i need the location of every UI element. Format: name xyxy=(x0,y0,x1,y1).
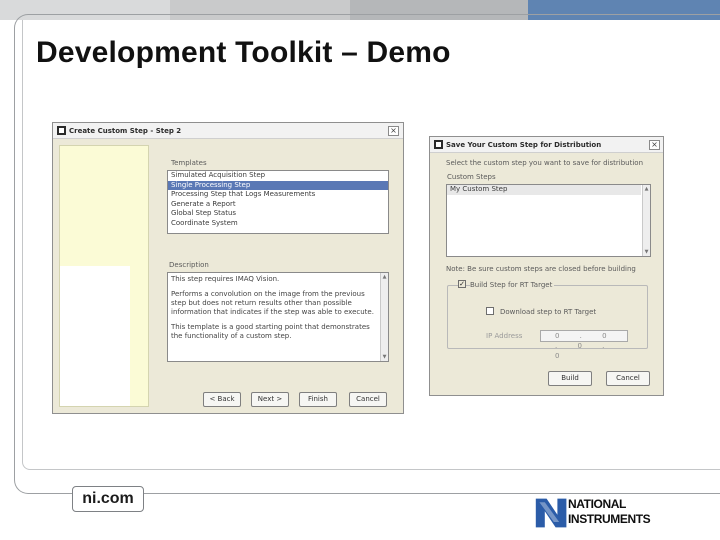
description-text: Performs a convolution on the image from… xyxy=(171,290,374,316)
finish-button[interactable]: Finish xyxy=(299,392,337,407)
scroll-down-icon[interactable]: ▼ xyxy=(643,248,650,256)
slide-title: Development Toolkit – Demo xyxy=(36,36,451,69)
custom-steps-scrollbar[interactable]: ▲ ▼ xyxy=(642,185,650,256)
list-item[interactable]: My Custom Step xyxy=(447,185,641,195)
national-instruments-logo: NATIONAL INSTRUMENTS xyxy=(568,497,651,527)
custom-steps-list[interactable]: My Custom Step ▲ ▼ xyxy=(446,184,651,257)
description-box: This step requires IMAQ Vision. Performs… xyxy=(167,272,389,362)
build-rt-checkbox[interactable]: ✓ xyxy=(458,280,466,288)
note-text: Note: Be sure custom steps are closed be… xyxy=(446,265,636,273)
custom-steps-label: Custom Steps xyxy=(447,173,496,181)
ip-address-label: IP Address xyxy=(486,332,523,340)
list-item-selected[interactable]: Single Processing Step xyxy=(168,180,388,190)
scroll-down-icon[interactable]: ▼ xyxy=(381,353,388,361)
download-rt-label: Download step to RT Target xyxy=(500,308,597,316)
dialog-title: Create Custom Step - Step 2 xyxy=(69,127,182,135)
dialog-titlebar: Save Your Custom Step for Distribution × xyxy=(430,137,663,153)
list-item[interactable]: Generate a Report xyxy=(168,200,388,210)
scroll-up-icon[interactable]: ▲ xyxy=(381,273,388,281)
cancel-button[interactable]: Cancel xyxy=(349,392,387,407)
templates-label: Templates xyxy=(171,159,207,167)
build-button[interactable]: Build xyxy=(548,371,592,386)
next-button[interactable]: Next > xyxy=(251,392,289,407)
description-label: Description xyxy=(169,261,209,269)
description-text: This template is a good starting point t… xyxy=(171,323,370,340)
logo-line: INSTRUMENTS xyxy=(568,512,651,526)
wizard-side-panel-block xyxy=(60,266,130,406)
description-text: This step requires IMAQ Vision. xyxy=(171,275,280,283)
ip-address-field[interactable]: 0 . 0 . 0 . 0 xyxy=(540,330,628,360)
app-icon xyxy=(57,126,66,135)
back-button[interactable]: < Back xyxy=(203,392,241,407)
national-instruments-eagle-icon xyxy=(535,498,567,528)
build-rt-label: Build Step for RT Target xyxy=(470,281,555,289)
list-item[interactable]: Processing Step that Logs Measurements xyxy=(168,190,388,200)
dialog-titlebar: Create Custom Step - Step 2 × xyxy=(53,123,403,139)
create-custom-step-dialog: Create Custom Step - Step 2 × Templates … xyxy=(52,122,404,414)
wizard-side-panel xyxy=(59,145,149,407)
cancel-button[interactable]: Cancel xyxy=(606,371,650,386)
list-item[interactable]: Simulated Acquisition Step xyxy=(168,171,388,181)
list-item[interactable]: Global Step Status xyxy=(168,209,388,219)
ni-com-link[interactable]: ni.com xyxy=(72,486,144,512)
close-icon[interactable]: × xyxy=(649,140,660,150)
download-rt-checkbox[interactable] xyxy=(486,307,494,315)
close-icon[interactable]: × xyxy=(388,126,399,136)
templates-list[interactable]: Simulated Acquisition Step Single Proces… xyxy=(167,170,389,234)
dialog-title: Save Your Custom Step for Distribution xyxy=(446,141,602,149)
description-scrollbar[interactable]: ▲ ▼ xyxy=(380,273,388,361)
save-custom-step-dialog: Save Your Custom Step for Distribution ×… xyxy=(429,136,664,396)
logo-line: NATIONAL xyxy=(568,497,626,511)
instruction-text: Select the custom step you want to save … xyxy=(446,159,644,167)
list-item[interactable]: Coordinate System xyxy=(168,219,388,229)
app-icon xyxy=(434,140,443,149)
scroll-up-icon[interactable]: ▲ xyxy=(643,185,650,193)
